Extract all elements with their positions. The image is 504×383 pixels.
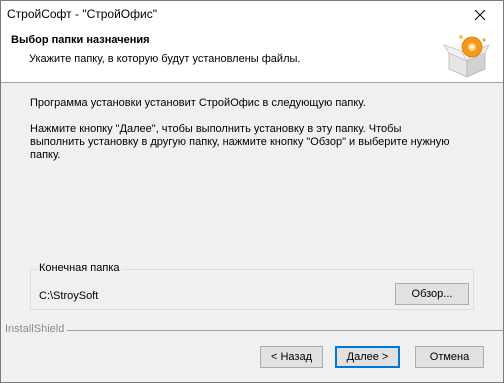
installshield-brand: InstallShield <box>5 323 65 335</box>
footer-divider <box>67 330 503 331</box>
title-bar[interactable]: СтройСофт - "СтройОфис" <box>1 1 503 29</box>
close-icon <box>475 10 485 20</box>
body-instruction-line1: Нажмите кнопку "Далее", чтобы выполнить … <box>30 123 402 135</box>
close-button[interactable] <box>457 1 503 29</box>
destination-label: Конечная папка <box>37 262 122 274</box>
back-button[interactable]: < Назад <box>260 346 323 368</box>
body-intro: Программа установки установит СтройОфис … <box>30 97 366 109</box>
installer-window: СтройСофт - "СтройОфис" Выбор папки назн… <box>0 0 504 383</box>
header-panel: Выбор папки назначения Укажите папку, в … <box>1 29 503 83</box>
cancel-button[interactable]: Отмена <box>415 346 484 368</box>
body-instruction-line2: выполнить установку в другую папку, нажм… <box>30 136 450 148</box>
page-subtitle: Укажите папку, в которую будут установле… <box>29 53 301 65</box>
browse-button[interactable]: Обзор... <box>395 283 469 305</box>
destination-groupbox: Конечная папка C:\StroySoft Обзор... <box>30 262 474 310</box>
installer-box-icon <box>443 35 490 78</box>
body-instruction-line3: папку. <box>30 149 61 161</box>
next-button[interactable]: Далее > <box>335 346 400 368</box>
destination-path: C:\StroySoft <box>39 290 99 302</box>
page-title: Выбор папки назначения <box>11 34 150 46</box>
window-title: СтройСофт - "СтройОфис" <box>7 7 157 21</box>
